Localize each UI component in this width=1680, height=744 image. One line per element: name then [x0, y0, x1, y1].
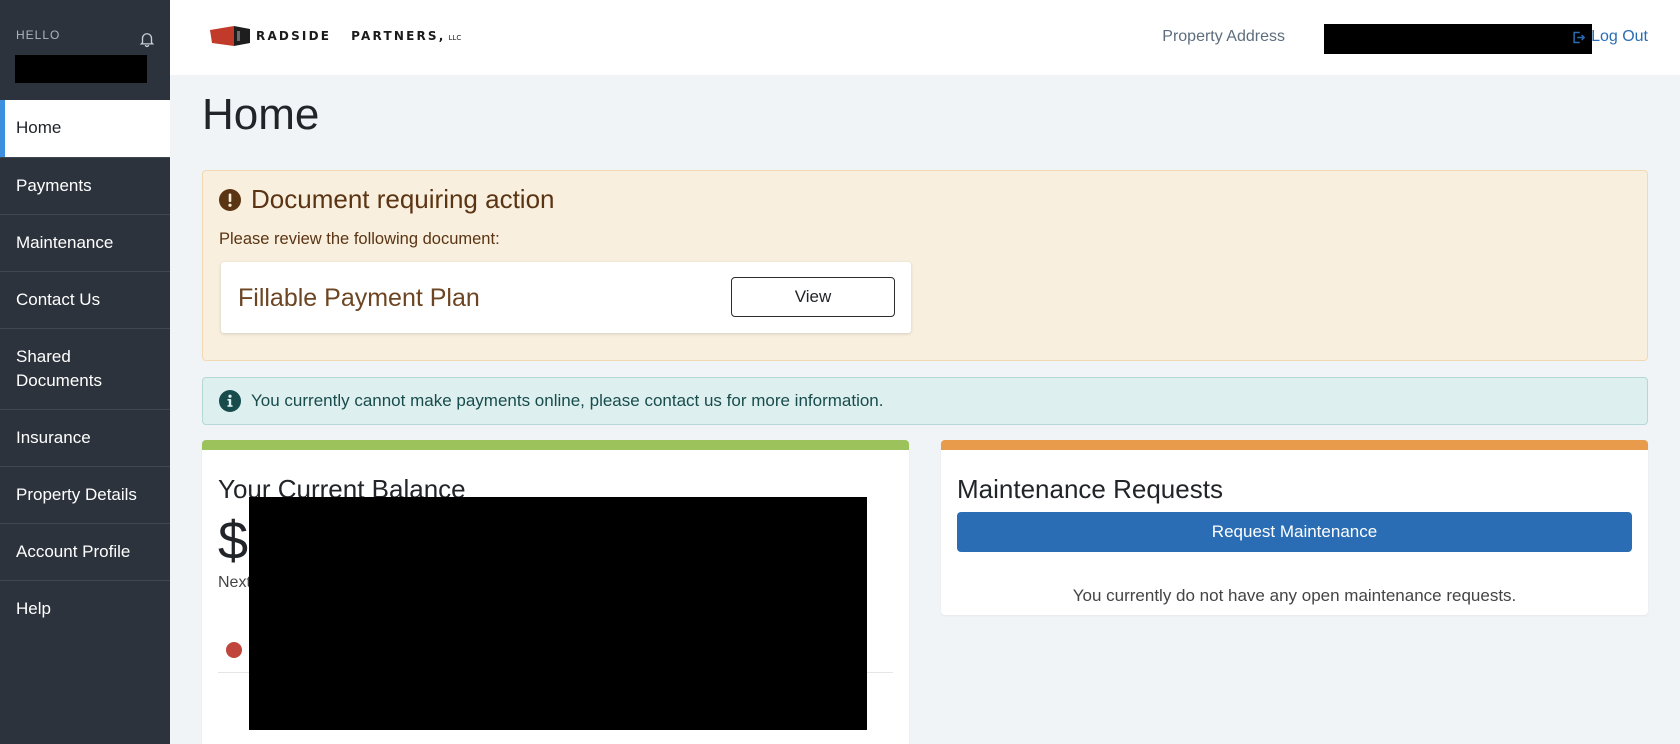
sidebar-item-label: Maintenance [16, 233, 114, 252]
alert-title-row: Document requiring action [219, 184, 555, 215]
document-name: Fillable Payment Plan [238, 284, 480, 312]
sidebar-item-home[interactable]: Home [0, 100, 170, 157]
user-greeting: HELLO [0, 0, 170, 100]
status-dot [226, 642, 242, 658]
logout-label: Log Out [1591, 28, 1648, 45]
alert-title: Document requiring action [251, 184, 555, 214]
property-address-label: Property Address [1162, 28, 1285, 45]
balance-details-redacted [249, 497, 867, 730]
page-title: Home [202, 90, 320, 139]
document-action-alert: Document requiring action Please review … [202, 170, 1648, 361]
sidebar-item-label: Payments [16, 176, 92, 195]
header: RADSIDE PARTNERS, LLC Property Address L… [170, 0, 1680, 75]
alert-subtitle: Please review the following document: [219, 230, 500, 248]
sidebar-item-label: Home [16, 118, 62, 137]
logo-mark-icon [210, 26, 250, 46]
sidebar-item-payments[interactable]: Payments [0, 157, 170, 214]
sign-out-icon [1573, 31, 1586, 43]
bell-icon[interactable] [138, 30, 156, 48]
maintenance-card-title: Maintenance Requests [957, 474, 1223, 504]
view-button[interactable]: View [731, 277, 895, 317]
sidebar-item-contact-us[interactable]: Contact Us [0, 271, 170, 328]
next-payment-label: Next [218, 574, 251, 591]
maintenance-card: Maintenance Requests Request Maintenance… [941, 440, 1648, 615]
logo-word-2: PARTNERS, [351, 29, 446, 43]
logo-word-1: RADSIDE [256, 29, 332, 43]
sidebar-item-label: Shared Documents [16, 347, 102, 390]
document-card: Fillable Payment Plan View [221, 262, 911, 333]
sidebar-item-label: Property Details [16, 485, 137, 504]
balance-currency: $ [218, 511, 249, 571]
sidebar-item-maintenance[interactable]: Maintenance [0, 214, 170, 271]
sidebar-item-label: Contact Us [16, 290, 101, 309]
balance-card: Your Current Balance $ Next [202, 440, 909, 744]
sidebar-item-label: Insurance [16, 428, 91, 447]
sidebar-item-account-profile[interactable]: Account Profile [0, 523, 170, 580]
sidebar-item-label: Help [16, 599, 51, 618]
sidebar-item-label: Account Profile [16, 542, 131, 561]
info-circle-icon [219, 390, 241, 412]
user-name-redacted [15, 55, 147, 83]
request-maintenance-button[interactable]: Request Maintenance [957, 512, 1632, 552]
sidebar-item-property-details[interactable]: Property Details [0, 466, 170, 523]
exclamation-circle-icon [219, 188, 241, 211]
payments-info-alert: You currently cannot make payments onlin… [202, 377, 1648, 425]
company-logo[interactable]: RADSIDE PARTNERS, LLC [210, 24, 461, 48]
info-message: You currently cannot make payments onlin… [251, 391, 884, 410]
sidebar: HELLO Home Payments Maintenance Contact … [0, 0, 170, 744]
logo-llc: LLC [448, 33, 462, 42]
logout-link[interactable]: Log Out [1571, 28, 1648, 46]
no-requests-message: You currently do not have any open maint… [1072, 586, 1517, 605]
sidebar-item-shared-documents[interactable]: Shared Documents [0, 328, 170, 409]
sidebar-item-help[interactable]: Help [0, 580, 170, 637]
hello-label: HELLO [16, 28, 61, 42]
property-address-redacted[interactable] [1324, 24, 1592, 54]
sidebar-item-insurance[interactable]: Insurance [0, 409, 170, 466]
